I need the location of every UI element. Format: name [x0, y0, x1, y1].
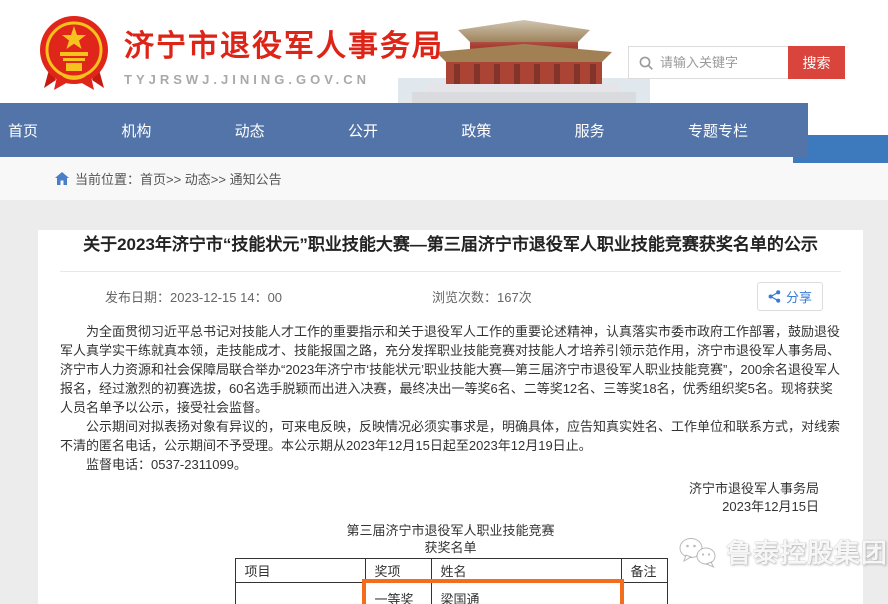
article-meta: 发布日期：2023-12-15 14：00 浏览次数：167次 分享	[60, 282, 841, 310]
share-label: 分享	[786, 287, 812, 306]
table-title: 第三届济宁市退役军人职业技能竞赛 获奖名单	[60, 522, 841, 556]
nav-item-special[interactable]: 专题专栏	[688, 120, 748, 141]
divider	[60, 271, 841, 272]
share-button[interactable]: 分享	[757, 282, 823, 311]
project-cell: 无人机操控	[235, 583, 365, 604]
table-row: 无人机操控 一等奖 梁国通	[235, 583, 667, 604]
article-body: 为全面贯彻习近平总书记对技能人才工作的重要指示和关于退役军人工作的重要论述精神，…	[60, 322, 841, 474]
table-title-line1: 第三届济宁市退役军人职业技能竞赛	[60, 522, 841, 539]
home-icon	[55, 172, 69, 185]
award-table: 项目 奖项 姓名 备注 无人机操控 一等奖 梁国通 二等奖 韩帅 李富东 三等奖…	[235, 558, 668, 604]
header-project: 项目	[235, 559, 365, 583]
view-count: 浏览次数：167次	[432, 287, 532, 306]
header-award: 奖项	[365, 559, 431, 583]
national-emblem-logo	[38, 14, 110, 94]
award-table-wrap: 项目 奖项 姓名 备注 无人机操控 一等奖 梁国通 二等奖 韩帅 李富东 三等奖…	[235, 558, 667, 604]
search-button[interactable]: 搜索	[788, 46, 845, 79]
paragraph: 公示期间对拟表扬对象有异议的，可来电反映，反映情况必须实事求是，明确具体，应告知…	[60, 417, 841, 455]
share-icon	[768, 290, 781, 303]
nav-item-service[interactable]: 服务	[575, 120, 605, 141]
signature-block: 济宁市退役军人事务局 2023年12月15日	[60, 480, 841, 516]
award-cell: 一等奖	[365, 583, 431, 604]
search-icon	[638, 55, 654, 71]
search-input[interactable]	[660, 55, 780, 70]
nav-item-home[interactable]: 首页	[8, 120, 38, 141]
signature-org: 济宁市退役军人事务局	[60, 480, 819, 498]
nav-item-public[interactable]: 公开	[348, 120, 378, 141]
nav-item-org[interactable]: 机构	[121, 120, 151, 141]
site-title: 济宁市退役军人事务局	[124, 21, 444, 65]
signature-date: 2023年12月15日	[60, 498, 819, 516]
header-remark: 备注	[621, 559, 667, 583]
paragraph: 监督电话：0537-2311099。	[60, 455, 841, 474]
header-name: 姓名	[431, 559, 621, 583]
remark-cell	[621, 583, 667, 604]
brand[interactable]: 济宁市退役军人事务局 TYJRSWJ.JINING.GOV.CN	[38, 14, 444, 94]
nav-item-policy[interactable]: 政策	[461, 120, 491, 141]
publish-date: 发布日期：2023-12-15 14：00	[105, 287, 282, 306]
table-header-row: 项目 奖项 姓名 备注	[235, 559, 667, 583]
breadcrumb[interactable]: 当前位置：首页>> 动态>> 通知公告	[75, 169, 282, 188]
article-title: 关于2023年济宁市“技能状元”职业技能大赛—第三届济宁市退役军人职业技能竞赛获…	[60, 230, 841, 255]
table-title-line2: 获奖名单	[60, 539, 841, 556]
name-cell: 梁国通	[431, 583, 621, 604]
search-box: 搜索	[628, 46, 845, 79]
site-header: 济宁市退役军人事务局 TYJRSWJ.JINING.GOV.CN 搜索	[0, 0, 888, 103]
site-url: TYJRSWJ.JINING.GOV.CN	[124, 72, 444, 87]
main-nav: 首页 机构 动态 公开 政策 服务 专题专栏	[0, 103, 888, 157]
nav-item-news[interactable]: 动态	[235, 120, 265, 141]
paragraph: 为全面贯彻习近平总书记对技能人才工作的重要指示和关于退役军人工作的重要论述精神，…	[60, 322, 841, 417]
breadcrumb-bar: 当前位置：首页>> 动态>> 通知公告	[0, 157, 888, 200]
article-card: 关于2023年济宁市“技能状元”职业技能大赛—第三届济宁市退役军人职业技能竞赛获…	[38, 230, 863, 604]
